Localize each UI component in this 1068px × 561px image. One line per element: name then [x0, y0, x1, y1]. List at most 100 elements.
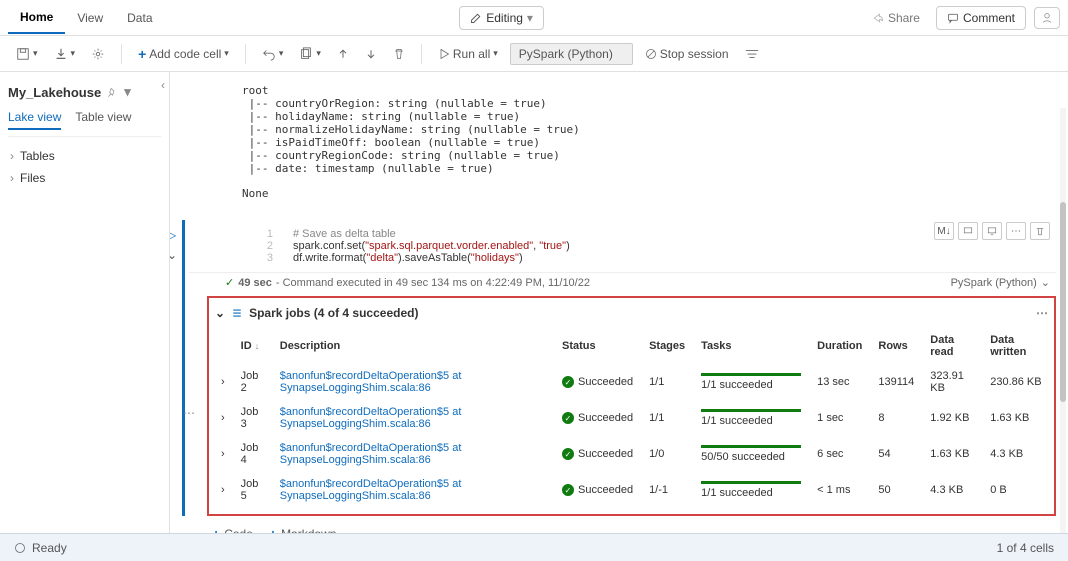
- arrow-down-icon: [365, 48, 377, 60]
- col-stages[interactable]: Stages: [641, 328, 693, 364]
- job-tasks: 1/1 succeeded: [693, 364, 809, 400]
- share-button[interactable]: Share: [864, 7, 928, 29]
- delete-button[interactable]: [389, 46, 409, 62]
- col-id[interactable]: ID ↓: [233, 328, 272, 364]
- editing-button[interactable]: Editing ▾: [459, 6, 544, 30]
- table-row[interactable]: ›Job 3$anonfun$recordDeltaOperation$5 at…: [213, 400, 1050, 436]
- tree-tables-label: Tables: [20, 149, 55, 163]
- spark-more-icon[interactable]: ⋯: [1036, 306, 1048, 320]
- col-rows[interactable]: Rows: [870, 328, 922, 364]
- undo-icon: [262, 47, 276, 61]
- job-desc[interactable]: $anonfun$recordDeltaOperation$5 at Synap…: [272, 400, 554, 436]
- list-icon: [231, 307, 243, 319]
- markdown-button[interactable]: M↓: [934, 222, 954, 240]
- table-row[interactable]: ›Job 2$anonfun$recordDeltaOperation$5 at…: [213, 364, 1050, 400]
- collapse-cell-button[interactable]: ⌄: [170, 248, 177, 262]
- output2-button[interactable]: [982, 222, 1002, 240]
- tab-data[interactable]: Data: [115, 3, 164, 33]
- settings-button[interactable]: [87, 45, 109, 63]
- ready-icon: [14, 542, 26, 554]
- code-cell[interactable]: M↓ ⋯ ▷ ⌄ 1# Save as delta table 2spark.c…: [182, 220, 1056, 516]
- job-desc[interactable]: $anonfun$recordDeltaOperation$5 at Synap…: [272, 472, 554, 508]
- filter-button[interactable]: [741, 45, 763, 63]
- plus-icon: +: [269, 526, 277, 533]
- move-up-button[interactable]: [333, 46, 353, 62]
- job-desc[interactable]: $anonfun$recordDeltaOperation$5 at Synap…: [272, 436, 554, 472]
- add-code-cell-button[interactable]: +Add code cell▾: [134, 44, 233, 64]
- scrollbar-thumb[interactable]: [1060, 202, 1066, 402]
- job-status: ✓Succeeded: [554, 472, 641, 508]
- gear-icon: [91, 47, 105, 61]
- job-desc[interactable]: $anonfun$recordDeltaOperation$5 at Synap…: [272, 364, 554, 400]
- col-read[interactable]: Data read: [922, 328, 982, 364]
- tree-tables[interactable]: ›Tables: [8, 145, 161, 167]
- chevron-down-icon: ▾: [527, 11, 533, 25]
- pin-icon[interactable]: [107, 87, 118, 98]
- editing-label: Editing: [486, 11, 523, 25]
- share-label: Share: [888, 11, 920, 25]
- comment-button[interactable]: Comment: [936, 6, 1026, 30]
- delete-cell-button[interactable]: [1030, 222, 1050, 240]
- job-id: Job 4: [233, 436, 272, 472]
- tree-files[interactable]: ›Files: [8, 167, 161, 189]
- more-button[interactable]: ⋯: [1006, 222, 1026, 240]
- lakehouse-name: My_Lakehouse: [8, 85, 101, 100]
- copy-button[interactable]: ▾: [295, 45, 325, 63]
- add-code-button[interactable]: +Code: [212, 526, 253, 533]
- person-button[interactable]: [1034, 7, 1060, 29]
- check-icon: ✓: [225, 276, 234, 289]
- undo-button[interactable]: ▾: [258, 45, 288, 63]
- run-cell-button[interactable]: ▷: [170, 228, 177, 242]
- col-duration[interactable]: Duration: [809, 328, 870, 364]
- tab-home[interactable]: Home: [8, 2, 65, 34]
- screen-icon: [987, 226, 997, 236]
- job-read: 1.63 KB: [922, 436, 982, 472]
- kernel-select[interactable]: PySpark (Python): [510, 43, 633, 65]
- check-icon: ✓: [562, 376, 574, 388]
- job-read: 1.92 KB: [922, 400, 982, 436]
- job-tasks: 1/1 succeeded: [693, 472, 809, 508]
- table-row[interactable]: ›Job 5$anonfun$recordDeltaOperation$5 at…: [213, 472, 1050, 508]
- col-desc[interactable]: Description: [272, 328, 554, 364]
- download-button[interactable]: ▾: [50, 45, 80, 63]
- job-rows: 54: [870, 436, 922, 472]
- plus-icon: +: [138, 46, 146, 62]
- add-markdown-button[interactable]: +Markdown: [269, 526, 337, 533]
- tab-table-view[interactable]: Table view: [75, 110, 131, 130]
- stop-session-label: Stop session: [660, 47, 729, 61]
- chevron-right-icon: ›: [10, 171, 14, 185]
- copy-icon: [299, 47, 313, 61]
- move-down-button[interactable]: [361, 46, 381, 62]
- output-button[interactable]: [958, 222, 978, 240]
- tab-lake-view[interactable]: Lake view: [8, 110, 61, 130]
- save-icon: [16, 47, 30, 61]
- job-id: Job 3: [233, 400, 272, 436]
- collapse-sidebar-button[interactable]: ‹: [161, 78, 165, 92]
- expand-row-button[interactable]: ›: [213, 364, 233, 400]
- download-icon: [54, 47, 68, 61]
- cell-menu-icon[interactable]: ⋯: [183, 406, 195, 420]
- save-button[interactable]: ▾: [12, 45, 42, 63]
- table-row[interactable]: ›Job 4$anonfun$recordDeltaOperation$5 at…: [213, 436, 1050, 472]
- job-stages: 1/-1: [641, 472, 693, 508]
- screen-icon: [963, 226, 973, 236]
- run-all-button[interactable]: Run all▾: [434, 45, 502, 63]
- run-all-label: Run all: [453, 47, 490, 61]
- col-written[interactable]: Data written: [982, 328, 1050, 364]
- code-editor[interactable]: 1# Save as delta table 2spark.conf.set("…: [189, 220, 1056, 272]
- expand-row-button[interactable]: ›: [213, 472, 233, 508]
- expand-row-button[interactable]: ›: [213, 400, 233, 436]
- stop-session-button[interactable]: Stop session: [641, 45, 733, 63]
- job-id: Job 2: [233, 364, 272, 400]
- schema-output: root |-- countryOrRegion: string (nullab…: [182, 80, 1056, 179]
- spark-jobs-panel: ⋯ ⌄ Spark jobs (4 of 4 succeeded) ⋯ ID ↓…: [207, 296, 1056, 516]
- chevron-down-icon[interactable]: ⌄: [1041, 276, 1050, 289]
- lakehouse-chevron-icon[interactable]: ▾: [124, 84, 131, 100]
- chevron-down-icon[interactable]: ⌄: [215, 306, 225, 320]
- tab-view[interactable]: View: [65, 3, 115, 33]
- job-written: 0 B: [982, 472, 1050, 508]
- person-icon: [1041, 12, 1053, 24]
- col-tasks[interactable]: Tasks: [693, 328, 809, 364]
- expand-row-button[interactable]: ›: [213, 436, 233, 472]
- col-status[interactable]: Status: [554, 328, 641, 364]
